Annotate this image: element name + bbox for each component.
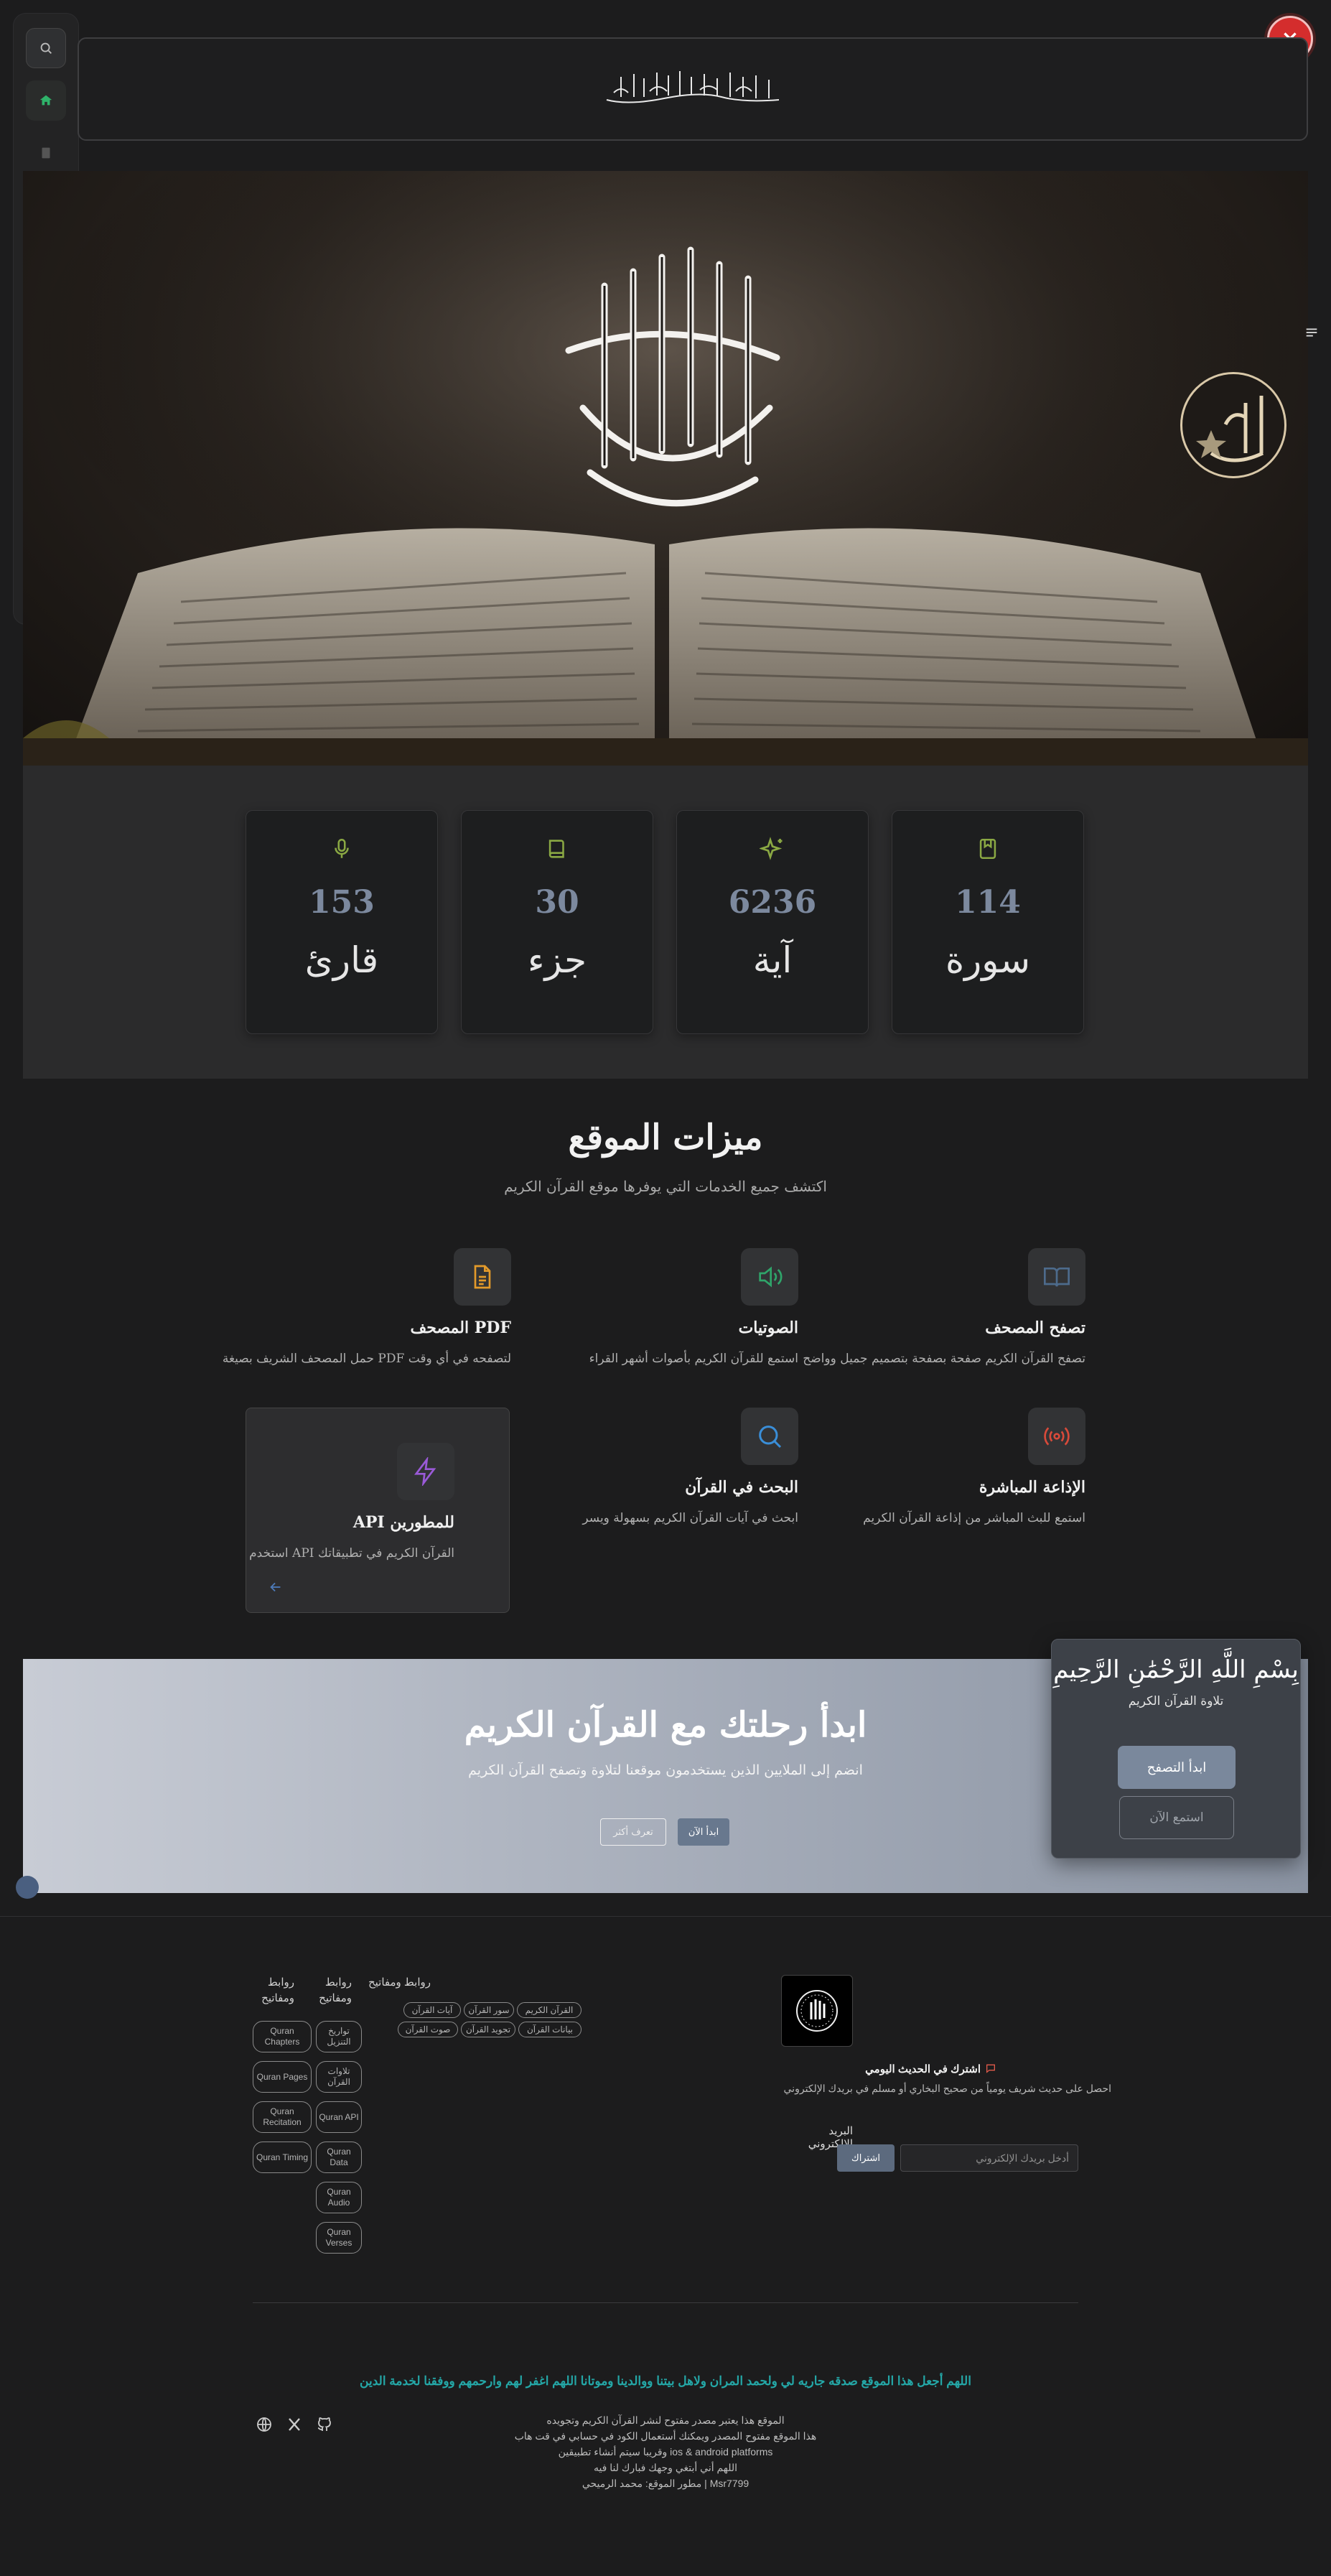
document-icon [454, 1248, 511, 1306]
credit-line: وقريبا سيتم أنشاء تطبيقين ios & android … [558, 2446, 773, 2458]
feature-desc: تصفح القرآن الكريم صفحة بصفحة بتصميم جمي… [803, 1352, 1085, 1366]
footer-link[interactable]: Quran Verses [316, 2222, 362, 2254]
footer-link[interactable]: Quran Audio [316, 2182, 362, 2213]
subscribe-button[interactable]: اشتراك [837, 2144, 895, 2172]
footer-link[interactable]: Quran Timing [253, 2142, 312, 2173]
chat-icon [986, 2064, 995, 2073]
feature-desc: استمع للبث المباشر من إذاعة القرآن الكري… [863, 1511, 1085, 1525]
arrow-left-icon[interactable] [268, 1579, 284, 1595]
footer-link[interactable]: Quran Pages [253, 2061, 312, 2093]
feature-mushaf[interactable]: تصفح المصحف تصفح القرآن الكريم صفحة بصفح… [803, 1248, 1085, 1366]
credit-line: اللهم أني أبتغي وجهك فبارك لنا فيه [593, 2462, 738, 2473]
footer-link[interactable]: Quran Chapters [253, 2021, 312, 2052]
stats-section: 114 سورة 6236 آية 30 جزء 153 قارئ [23, 766, 1308, 1079]
stat-card-ayahs: 6236 آية [676, 810, 869, 1034]
feature-title: API للمطورين [352, 1513, 454, 1532]
scroll-indicator[interactable] [16, 1876, 39, 1899]
footer-link[interactable]: تلاوات القرآن [316, 2061, 362, 2093]
feature-pdf[interactable]: المصحف PDF حمل المصحف الشريف بصيغة PDF ل… [223, 1248, 512, 1366]
feature-audio[interactable]: الصوتيات استمع للقرآن الكريم بأصوات أشهر… [533, 1248, 798, 1366]
footer-link[interactable]: القرآن الكريم [517, 2002, 582, 2018]
feature-title: تصفح المصحف [985, 1319, 1085, 1337]
basmala-popup: بِسْمِ اللَّهِ الرَّحْمَٰنِ الرَّحِيمِ ت… [1051, 1639, 1301, 1859]
footer-dua: اللهم أجعل هذا الموقع صدقه جاريه لي ولحم… [360, 2374, 971, 2388]
site-logo[interactable] [781, 1975, 853, 2047]
newsletter-heading: اشترك في الحديث اليومي [781, 2063, 996, 2075]
feature-radio[interactable]: الإذاعة المباشرة استمع للبث المباشر من إ… [820, 1408, 1085, 1525]
footer-link[interactable]: صوت القرآن [398, 2022, 458, 2037]
feature-title: المصحف PDF [410, 1319, 512, 1337]
stat-label: قارئ [304, 939, 379, 981]
feature-api-card[interactable]: API للمطورين استخدم API القرآن الكريم في… [246, 1408, 510, 1613]
book-icon [548, 840, 564, 858]
feature-title: الصوتيات [738, 1319, 798, 1337]
email-field[interactable]: أدخل بريدك الإلكتروني [900, 2144, 1078, 2172]
newsletter-desc: احصل على حديث شريف يومياً من صحيح البخار… [783, 2083, 1111, 2094]
footer-link[interactable]: Quran Recitation [253, 2101, 312, 2133]
basmala-header [78, 37, 1308, 141]
credit-line: الموقع هذا يعتبر مصدر مفتوح لنشر القرآن … [546, 2414, 785, 2426]
stat-label: جزء [527, 939, 587, 981]
features-title: ميزات الموقع [568, 1117, 763, 1158]
alif-lam-mim-badge [1180, 372, 1286, 478]
start-now-button[interactable]: ابدأ الآن [678, 1818, 729, 1846]
search-icon[interactable] [26, 28, 66, 68]
sparkles-icon [760, 837, 783, 860]
stat-card-surahs: 114 سورة [892, 810, 1084, 1034]
stat-number: 30 [535, 884, 579, 921]
stat-label: سورة [945, 939, 1031, 981]
learn-more-button[interactable]: تعرف أكثر [600, 1818, 666, 1846]
stat-number: 153 [309, 884, 375, 921]
feature-desc: استمع للقرآن الكريم بأصوات أشهر القراء [589, 1352, 798, 1366]
popup-title: بِسْمِ اللَّهِ الرَّحْمَٰنِ الرَّحِيمِ [1053, 1655, 1299, 1684]
footer-separator [253, 2302, 1078, 2303]
stat-number: 6236 [728, 884, 817, 921]
feature-desc: ابحث في آيات القرآن الكريم بسهولة ويسر [582, 1511, 798, 1525]
feature-api: API للمطورين استخدم API القرآن الكريم في… [189, 1443, 454, 1561]
speaker-icon [741, 1248, 798, 1306]
footer-col-title: روابط ومفاتيح [368, 1976, 431, 1989]
search-icon [741, 1408, 798, 1465]
stat-number: 114 [955, 884, 1021, 921]
credit-line: مطور الموقع: محمد الرميحي | Msr7799 [582, 2478, 749, 2489]
footer-link[interactable]: سور القرآن [464, 2002, 514, 2018]
listen-now-button[interactable]: استمع الآن [1119, 1796, 1234, 1839]
feature-title: البحث في القرآن [685, 1478, 798, 1497]
hero-banner [23, 171, 1308, 766]
newsletter-title: اشترك في الحديث اليومي [865, 2063, 981, 2075]
footer-col-title: روابط ومفاتيح [319, 1976, 352, 2004]
feature-desc: استخدم API القرآن الكريم في تطبيقاتك [249, 1546, 454, 1561]
start-browsing-button[interactable]: ابدأ التصفح [1118, 1746, 1236, 1789]
bookmark-icon [979, 838, 996, 860]
radio-icon [1028, 1408, 1085, 1465]
book-icon[interactable] [26, 133, 66, 173]
lightning-icon [397, 1443, 454, 1500]
stat-card-juz: 30 جزء [461, 810, 653, 1034]
footer-link[interactable]: تجويد القرآن [461, 2022, 515, 2037]
footer-divider [0, 1916, 1331, 1917]
footer-link[interactable]: تواريخ التنزيل [316, 2021, 362, 2052]
footer-link[interactable]: Quran API [316, 2101, 362, 2133]
footer-link[interactable]: بيانات القرآن [518, 2022, 582, 2037]
home-icon[interactable] [26, 80, 66, 121]
microphone-icon [335, 838, 349, 858]
feature-search[interactable]: البحث في القرآن ابحث في آيات القرآن الكر… [533, 1408, 798, 1525]
feature-desc: حمل المصحف الشريف بصيغة PDF لتصفحه في أي… [222, 1352, 511, 1366]
credit-line: هذا الموقع مفتوح المصدر ويمكنك أستعمال ا… [514, 2430, 817, 2442]
footer-link[interactable]: Quran Data [316, 2142, 362, 2173]
features-subtitle: اكتشف جميع الخدمات التي يوفرها موقع القر… [504, 1178, 827, 1195]
feature-title: الإذاعة المباشرة [979, 1478, 1085, 1497]
stat-label: آية [752, 939, 793, 981]
open-book-icon [1028, 1248, 1085, 1306]
footer-col-title: روابط ومفاتيح [261, 1976, 294, 2004]
stat-card-reciters: 153 قارئ [246, 810, 438, 1034]
popup-subtitle: تلاوة القرآن الكريم [1128, 1694, 1224, 1708]
menu-icon[interactable] [1304, 325, 1320, 340]
quran-logo-icon [796, 1990, 838, 2032]
basmala-calligraphy [606, 71, 780, 103]
footer-link[interactable]: آيات القرآن [403, 2002, 461, 2018]
